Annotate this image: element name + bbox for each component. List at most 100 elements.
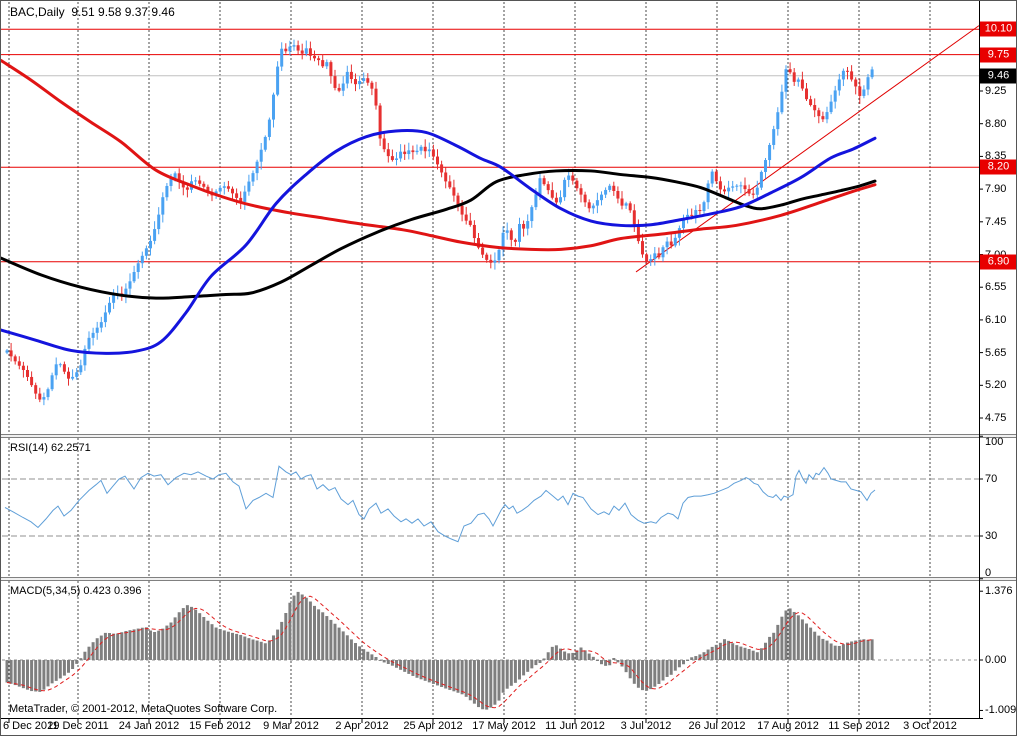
candle-down	[489, 260, 492, 263]
macd-histogram-bar	[653, 660, 656, 687]
candle-down	[612, 186, 615, 191]
candle-down	[334, 76, 337, 88]
macd-histogram-bar	[59, 660, 62, 678]
macd-histogram-bar	[268, 640, 271, 660]
candle-down	[403, 152, 406, 154]
macd-histogram-bar	[719, 643, 722, 660]
candle-up	[834, 90, 837, 101]
candle-up	[276, 67, 279, 95]
price-chart-svg[interactable]	[1, 1, 1017, 736]
candle-down	[657, 253, 660, 257]
macd-histogram-bar	[170, 623, 173, 661]
candle-up	[243, 192, 246, 202]
candle-down	[284, 49, 287, 52]
macd-histogram-bar	[215, 628, 218, 660]
macd-histogram-bar	[760, 648, 763, 660]
date-axis-label: 11 Sep 2012	[828, 720, 890, 732]
macd-histogram-bar	[383, 660, 386, 662]
macd-histogram-bar	[764, 643, 767, 660]
candle-down	[571, 176, 574, 181]
price-level-badge: 10.10	[980, 22, 1017, 37]
macd-histogram-bar	[79, 658, 82, 660]
candle-down	[629, 203, 632, 210]
candle-down	[202, 184, 205, 187]
macd-histogram-bar	[293, 596, 296, 660]
date-axis-label: 17 May 2012	[472, 720, 536, 732]
macd-histogram-bar	[813, 632, 816, 660]
macd-histogram-bar	[370, 654, 373, 660]
macd-histogram-bar	[723, 639, 726, 660]
macd-histogram-bar	[223, 630, 226, 660]
candle-up	[165, 186, 168, 197]
candle-up	[71, 377, 74, 379]
macd-histogram-bar	[821, 639, 824, 660]
macd-histogram-bar	[674, 660, 677, 671]
candle-down	[641, 241, 644, 254]
candle-down	[575, 181, 578, 189]
macd-histogram-bar	[264, 643, 267, 660]
candle-up	[145, 248, 148, 255]
macd-histogram-bar	[252, 640, 255, 661]
macd-histogram-bar	[235, 634, 238, 660]
rsi-line[interactable]	[5, 466, 875, 542]
macd-histogram-bar	[485, 660, 488, 710]
candle-down	[338, 88, 341, 91]
candle-down	[436, 157, 439, 165]
candle-up	[776, 112, 779, 129]
candle-up	[280, 49, 283, 67]
candle-down	[846, 71, 849, 72]
candle-up	[842, 71, 845, 80]
candle-down	[522, 224, 525, 229]
candle-up	[133, 272, 136, 281]
candle-down	[817, 110, 820, 116]
candle-down	[432, 149, 435, 156]
trendline[interactable]	[636, 26, 979, 272]
macd-histogram-bar	[350, 639, 353, 660]
macd-histogram-bar	[280, 622, 283, 660]
candle-up	[760, 172, 763, 188]
candle-up	[416, 151, 419, 152]
macd-histogram-bar	[772, 633, 775, 660]
candle-up	[764, 160, 767, 172]
candle-up	[625, 203, 628, 205]
date-axis-label: 29 Dec 2011	[47, 720, 109, 732]
candle-up	[785, 69, 788, 92]
macd-histogram-bar	[190, 607, 193, 660]
macd-histogram-bar	[817, 636, 820, 660]
macd-histogram-bar	[592, 657, 595, 660]
macd-histogram-bar	[547, 652, 550, 660]
price-axis-label: 8.80	[985, 118, 1006, 130]
candle-up	[604, 190, 607, 195]
date-axis-label: 3 Jul 2012	[621, 720, 672, 732]
candle-up	[653, 253, 656, 259]
macd-histogram-bar	[153, 632, 156, 660]
candle-down	[448, 181, 451, 187]
macd-histogram-bar	[108, 633, 111, 660]
candle-up	[596, 200, 599, 205]
macd-histogram-bar	[801, 619, 804, 660]
macd-histogram-bar	[477, 660, 480, 707]
candle-down	[387, 149, 390, 156]
ma-line-mid-black[interactable]	[1, 170, 875, 298]
macd-histogram-bar	[670, 660, 673, 675]
macd-histogram-bar	[588, 654, 591, 660]
candle-down	[350, 72, 353, 79]
candle-down	[370, 83, 373, 89]
macd-histogram-bar	[432, 660, 435, 684]
candle-up	[735, 186, 738, 187]
macd-histogram-bar	[366, 652, 369, 660]
candle-down	[645, 254, 648, 261]
macd-histogram-bar	[38, 660, 41, 692]
macd-histogram-bar	[506, 660, 509, 689]
macd-histogram-bar	[748, 649, 751, 660]
macd-histogram-bar	[510, 660, 513, 686]
macd-histogram-bar	[534, 660, 537, 665]
candle-up	[129, 281, 132, 288]
macd-histogram-bar	[276, 630, 279, 660]
macd-histogram-bar	[75, 660, 78, 664]
candle-down	[698, 210, 701, 211]
candle-down	[317, 58, 320, 60]
candle-down	[18, 361, 21, 365]
candle-down	[584, 195, 587, 203]
candle-down	[366, 78, 369, 83]
